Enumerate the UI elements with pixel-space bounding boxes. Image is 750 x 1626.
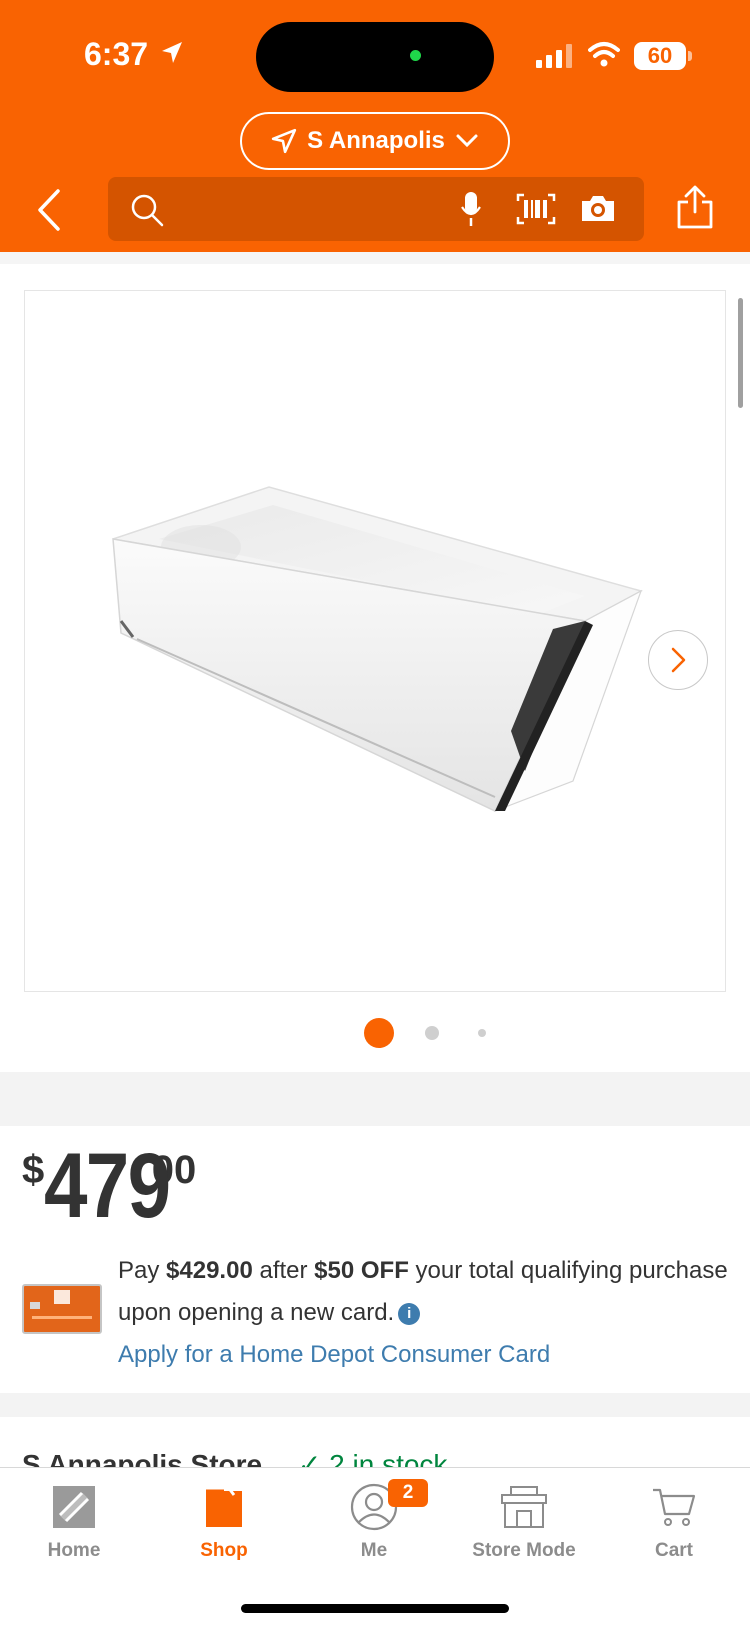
barcode-scan-icon[interactable]: [516, 193, 556, 225]
gallery-dot-active[interactable]: [364, 1018, 394, 1048]
chevron-right-icon: [671, 647, 686, 673]
home-depot-card-icon: [30, 1290, 92, 1319]
battery-nub: [688, 51, 692, 61]
cart-icon: [653, 1488, 696, 1526]
credit-promo: Pay $429.00 after $50 OFF your total qua…: [118, 1250, 728, 1376]
search-icon: [131, 194, 164, 227]
tab-home-label: Home: [47, 1540, 101, 1561]
promo-discount: $50 OFF: [314, 1257, 409, 1284]
gallery-dot[interactable]: [425, 1026, 439, 1040]
tab-cart-label: Cart: [654, 1540, 693, 1561]
camera-icon[interactable]: [580, 193, 616, 223]
promo-after: after: [252, 1257, 315, 1284]
camera-indicator-dot: [410, 50, 421, 61]
tab-me-label: Me: [360, 1540, 388, 1561]
product-price: $ 479 00: [22, 1136, 196, 1236]
section-separator: [0, 1393, 750, 1417]
microphone-icon[interactable]: [460, 191, 482, 227]
tab-store-mode-label: Store Mode: [472, 1540, 576, 1561]
store-selector[interactable]: S Annapolis: [240, 112, 510, 170]
promo-pay-prefix: Pay: [118, 1257, 167, 1284]
search-input[interactable]: [108, 177, 644, 241]
chevron-down-icon: [456, 134, 478, 148]
apply-card-link[interactable]: Apply for a Home Depot Consumer Card: [118, 1341, 550, 1368]
location-arrow-icon: [271, 128, 297, 154]
gallery-next-button[interactable]: [648, 630, 708, 690]
cellular-signal-icon: [536, 44, 572, 68]
tab-shop-label: Shop: [200, 1540, 248, 1561]
store-icon: [501, 1486, 547, 1528]
tab-home[interactable]: Home: [4, 1482, 144, 1562]
gallery-top-gap: [0, 252, 750, 264]
section-separator: [0, 1072, 750, 1126]
price-currency: $: [22, 1148, 45, 1192]
status-time: 6:37: [84, 36, 149, 72]
promo-pay-amount: $429.00: [166, 1257, 253, 1284]
wifi-icon: [588, 42, 620, 67]
price-whole: 479: [44, 1135, 171, 1237]
scroll-indicator: [738, 298, 743, 408]
bathtub-image: [112, 486, 643, 813]
bottom-tab-bar: Home Shop Me Store Mode Cart: [0, 1467, 750, 1626]
store-selector-label: S Annapolis: [307, 127, 445, 154]
tab-store-mode[interactable]: Store Mode: [454, 1482, 594, 1562]
home-depot-logo-icon: [53, 1486, 95, 1528]
tab-cart[interactable]: Cart: [604, 1482, 744, 1562]
shop-icon: [206, 1486, 242, 1527]
gallery-dot[interactable]: [478, 1029, 486, 1037]
notification-badge: 2: [388, 1479, 428, 1507]
home-indicator: [241, 1604, 509, 1613]
location-arrow-icon: [162, 42, 182, 63]
tab-shop[interactable]: Shop: [154, 1482, 294, 1562]
dynamic-island: [256, 22, 494, 92]
product-image[interactable]: [24, 290, 726, 992]
back-button[interactable]: [30, 185, 70, 235]
battery-indicator: 60: [634, 42, 686, 70]
credit-card-image: [22, 1284, 102, 1334]
share-icon[interactable]: [676, 184, 714, 230]
info-icon[interactable]: i: [398, 1303, 421, 1325]
